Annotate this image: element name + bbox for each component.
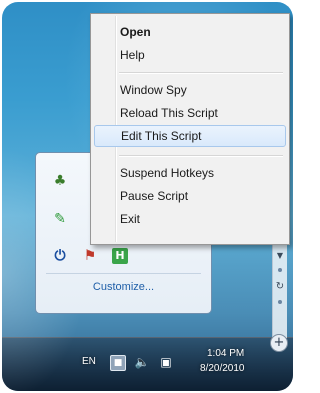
green-h-icon[interactable]: H (112, 248, 128, 264)
customize-link[interactable]: Customize... (36, 281, 211, 293)
add-button[interactable]: + (270, 334, 288, 352)
clock-time[interactable]: 1:04 PM (207, 348, 244, 359)
green-script-icon[interactable]: ✎ (52, 211, 68, 227)
autohotkey-tray-icon[interactable]: ♣ (52, 173, 68, 189)
menu-item-open[interactable]: Open (94, 21, 286, 43)
menu-item-exit[interactable]: Exit (94, 208, 286, 230)
flyout-scrollbar[interactable]: ▼ ↻ (272, 234, 287, 338)
refresh-icon[interactable]: ↻ (273, 279, 287, 293)
user-accounts-icon[interactable]: ⚑ (82, 248, 98, 264)
menu-separator (119, 72, 283, 74)
menu-item-window-spy[interactable]: Window Spy (94, 79, 286, 101)
taskbar: EN ■ 🔈 ▣ 1:04 PM 8/20/2010 (2, 337, 293, 391)
menu-item-suspend-hotkeys[interactable]: Suspend Hotkeys (94, 162, 286, 184)
menu-item-edit-script[interactable]: Edit This Script (94, 125, 286, 147)
menu-separator (119, 155, 283, 157)
action-center-icon[interactable]: ■ (110, 355, 126, 371)
menu-item-reload-script[interactable]: Reload This Script (94, 102, 286, 124)
scroll-down-arrow-icon[interactable]: ▼ (273, 248, 287, 262)
clock-date[interactable]: 8/20/2010 (200, 363, 245, 374)
context-menu: Open Help Window Spy Reload This Script … (90, 13, 290, 245)
scroll-dot (278, 268, 282, 272)
language-indicator[interactable]: EN (82, 356, 96, 367)
power-icon[interactable]: ⏻ (52, 248, 68, 264)
flyout-divider (46, 273, 201, 274)
network-icon[interactable]: ▣ (159, 355, 173, 369)
menu-item-help[interactable]: Help (94, 44, 286, 66)
volume-icon[interactable]: 🔈 (135, 355, 150, 369)
menu-item-pause-script[interactable]: Pause Script (94, 185, 286, 207)
screenshot-frame: ♣ ✎ ⏻ ⚑ H Customize... ▼ ↻ + Open Help W… (2, 2, 293, 391)
scroll-dot (278, 300, 282, 304)
